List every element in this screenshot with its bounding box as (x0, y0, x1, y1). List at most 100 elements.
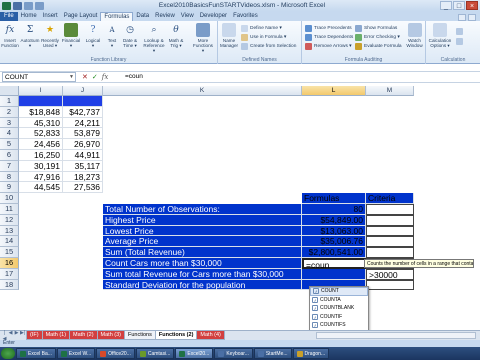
column-header-i[interactable]: I (19, 86, 63, 96)
data-cell-j[interactable]: 53,879 (63, 128, 103, 140)
data-cell-i[interactable]: 16,250 (19, 150, 63, 161)
close-button[interactable]: × (466, 1, 478, 10)
column-header-k[interactable]: K (103, 86, 302, 96)
row-header-9[interactable]: 9 (0, 182, 19, 194)
error-checking-button[interactable]: Error Checking ▾ (355, 33, 400, 41)
data-cell-j[interactable]: 26,970 (63, 139, 103, 150)
sheet-tab[interactable]: Math (4) (196, 331, 225, 340)
criteria-value-cell[interactable] (366, 204, 414, 215)
row-header-6[interactable]: 6 (0, 150, 19, 161)
summary-label-cell[interactable]: Average Price (103, 236, 302, 248)
summary-label-cell[interactable]: Standard Deviation for the population (103, 279, 302, 291)
column-header-m[interactable]: M (366, 86, 414, 96)
row-header-15[interactable]: 15 (0, 247, 19, 258)
data-cell-j[interactable]: 27,536 (63, 182, 103, 194)
formula-value-cell[interactable]: $35,006.76 (302, 236, 366, 248)
watch-window-button[interactable]: Watch Window (405, 23, 424, 48)
start-button[interactable] (1, 348, 15, 359)
insert-function-icon[interactable]: fx (102, 73, 109, 81)
active-edit-cell[interactable]: =coun (302, 258, 366, 270)
taskbar-item[interactable]: Excel20... (175, 348, 214, 359)
row-header-14[interactable]: 14 (0, 236, 19, 248)
text-button[interactable]: A Text ▾ (104, 23, 120, 48)
row-header-16[interactable]: 16 (0, 258, 19, 269)
tab-insert[interactable]: Insert (40, 12, 61, 21)
column-header-j[interactable]: J (63, 86, 103, 96)
sheet-tab[interactable]: Functions (124, 331, 156, 340)
insert-function-button[interactable]: fx Insert Function (1, 23, 19, 48)
row-header-13[interactable]: 13 (0, 225, 19, 237)
criteria-value-cell[interactable] (366, 225, 414, 237)
data-cell-j[interactable]: $42,737 (63, 106, 103, 118)
autocomplete-item[interactable]: f COUNTA (310, 296, 368, 305)
taskbar-item[interactable]: StartMe... (253, 348, 292, 359)
tab-file[interactable]: File (0, 12, 18, 21)
row-header-1[interactable]: 1 (0, 96, 19, 107)
formula-value-cell[interactable]: 80 (302, 204, 366, 215)
evaluate-formula-button[interactable]: Evaluate Formula (355, 42, 402, 50)
row-header-11[interactable]: 11 (0, 204, 19, 215)
excel-app-icon[interactable] (2, 1, 11, 10)
taskbar-item[interactable]: Excel W... (56, 348, 96, 359)
autocomplete-item[interactable]: f COUNTIF (310, 313, 368, 322)
criteria-value-cell[interactable] (366, 214, 414, 226)
sheet-tab[interactable]: (IF) (26, 331, 43, 340)
row-header-10[interactable]: 10 (0, 193, 19, 204)
data-cell-i[interactable]: $18,848 (19, 106, 63, 118)
use-in-formula-button[interactable]: Use in Formula ▾ (241, 33, 286, 41)
calculation-options-button[interactable]: Calculation Options ▾ (428, 23, 452, 48)
criteria-header-cell[interactable]: Criteria (366, 193, 414, 204)
name-manager-button[interactable]: Name Manager (220, 23, 238, 48)
criteria-value-cell[interactable]: >30000 (366, 268, 414, 280)
row-header-12[interactable]: 12 (0, 214, 19, 226)
trace-dependents-button[interactable]: Trace Dependents (305, 33, 353, 41)
redo-icon[interactable] (35, 1, 44, 10)
data-cell-i[interactable]: 44,545 (19, 182, 63, 194)
maximize-button[interactable]: □ (453, 1, 465, 10)
cancel-entry-icon[interactable]: ✕ (82, 73, 88, 81)
logical-button[interactable]: ? Logical ▾ (85, 23, 101, 48)
remove-arrows-button[interactable]: Remove Arrows ▾ (305, 42, 352, 50)
summary-label-cell[interactable]: Highest Price (103, 214, 302, 226)
minimize-button[interactable]: _ (440, 1, 452, 10)
tab-view[interactable]: View (178, 12, 197, 21)
criteria-value-cell[interactable] (366, 279, 414, 291)
data-cell-i[interactable]: 30,191 (19, 160, 63, 172)
tab-review[interactable]: Review (152, 12, 178, 21)
tab-page-layout[interactable]: Page Layout (61, 12, 101, 21)
tab-favorites[interactable]: Favorites (230, 12, 261, 21)
formula-value-cell[interactable]: $54,849.00 (302, 214, 366, 226)
help-icon[interactable] (468, 14, 476, 21)
summary-label-cell[interactable]: Count Cars more than $30,000 (103, 258, 302, 269)
formula-value-cell[interactable]: $13,063.00 (302, 225, 366, 237)
criteria-value-cell[interactable] (366, 247, 414, 258)
header-fill-cell[interactable] (19, 96, 63, 107)
data-cell-i[interactable]: 24,456 (19, 139, 63, 150)
autocomplete-item[interactable]: f COUNT (310, 287, 368, 296)
define-name-button[interactable]: Define Name ▾ (241, 24, 282, 32)
create-from-selection-button[interactable]: Create from Selection (241, 42, 296, 50)
taskbar-item[interactable]: Excel Ba... (16, 348, 56, 359)
taskbar-item[interactable]: Camtasi... (135, 348, 175, 359)
taskbar-item[interactable]: Office20... (96, 348, 135, 359)
calculate-now-button[interactable] (456, 27, 463, 35)
row-header-18[interactable]: 18 (0, 279, 19, 291)
calculate-sheet-button[interactable] (456, 37, 463, 45)
autosum-button[interactable]: Σ AutoSum ▾ (21, 23, 40, 48)
summary-label-cell[interactable]: Sum total Revenue for Cars more than $30… (103, 268, 302, 280)
row-header-17[interactable]: 17 (0, 268, 19, 280)
formula-input[interactable]: =coun (122, 72, 480, 82)
row-header-7[interactable]: 7 (0, 160, 19, 172)
sheet-tab[interactable]: Math (3) (96, 331, 126, 340)
data-cell-i[interactable]: 52,833 (19, 128, 63, 140)
name-box[interactable]: COUNT ▼ (2, 72, 76, 82)
date-time-button[interactable]: ◷ Date & Time ▾ (122, 23, 138, 48)
name-box-dropdown-icon[interactable]: ▼ (69, 73, 74, 82)
row-header-2[interactable]: 2 (0, 106, 19, 118)
tab-formulas[interactable]: Formulas (100, 12, 134, 21)
header-fill-cell[interactable] (63, 96, 103, 107)
autocomplete-item[interactable]: f COUNTIFS (310, 321, 368, 330)
summary-label-cell[interactable]: Lowest Price (103, 225, 302, 237)
show-formulas-button[interactable]: Show Formulas (355, 24, 397, 32)
formula-value-cell[interactable]: $2,800,541.00 (302, 247, 366, 258)
